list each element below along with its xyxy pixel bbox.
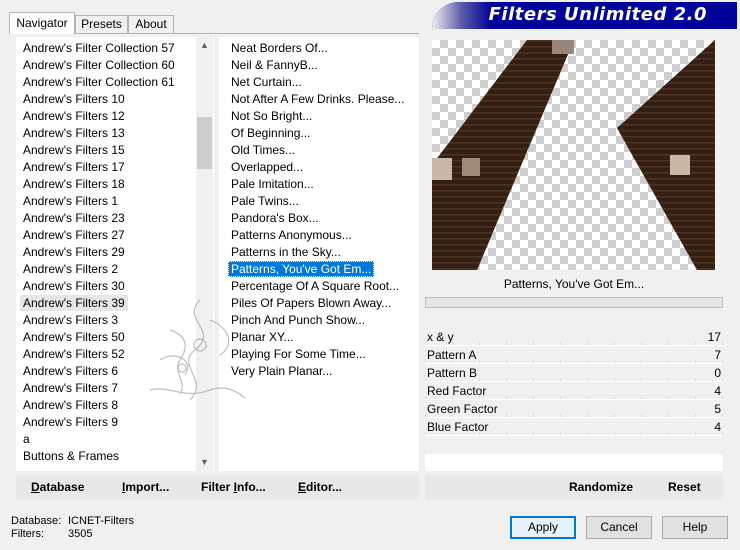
- parameter-name: Red Factor: [427, 384, 487, 398]
- filter-item[interactable]: Planar XY...: [228, 329, 296, 345]
- category-item[interactable]: Andrew's Filters 30: [20, 278, 128, 294]
- import-button[interactable]: Import...: [122, 479, 169, 496]
- category-item[interactable]: Andrew's Filters 27: [20, 227, 128, 243]
- filter-item[interactable]: Pale Imitation...: [228, 176, 317, 192]
- navigator-toolbar: Database Import... Filter Info... Editor…: [16, 475, 419, 500]
- filter-item[interactable]: Of Beginning...: [228, 125, 313, 141]
- apply-button[interactable]: Apply: [510, 516, 576, 539]
- category-item[interactable]: Andrew's Filters 52: [20, 346, 128, 362]
- parameter-slider[interactable]: Pattern A 7: [425, 346, 723, 364]
- parameter-name: Blue Factor: [427, 420, 489, 434]
- filter-item[interactable]: Net Curtain...: [228, 74, 305, 90]
- filter-item[interactable]: Percentage Of A Square Root...: [228, 278, 402, 294]
- parameter-name: Pattern A: [427, 348, 477, 362]
- scroll-up-arrow-icon[interactable]: ▲: [196, 37, 213, 54]
- filter-item[interactable]: Patterns in the Sky...: [228, 244, 344, 260]
- parameter-value: 0: [714, 366, 721, 380]
- editor-button[interactable]: Editor...: [298, 479, 342, 496]
- filters-count-label: Filters:: [11, 528, 44, 540]
- cancel-button[interactable]: Cancel: [586, 516, 652, 539]
- filter-item[interactable]: Pandora's Box...: [228, 210, 322, 226]
- category-item[interactable]: Andrew's Filters 3: [20, 312, 121, 328]
- category-item[interactable]: Andrew's Filters 6: [20, 363, 121, 379]
- category-item[interactable]: Andrew's Filters 2: [20, 261, 121, 277]
- parameter-slider[interactable]: Green Factor 5: [425, 400, 723, 418]
- parameter-slider[interactable]: Pattern B 0: [425, 364, 723, 382]
- filter-info-button[interactable]: Filter Info...: [201, 479, 266, 496]
- progress-bar: [425, 297, 723, 308]
- category-item[interactable]: Andrew's Filters 23: [20, 210, 128, 226]
- tab-navigator[interactable]: Navigator: [9, 12, 75, 34]
- filters-count-value: 3505: [68, 528, 93, 540]
- reset-button[interactable]: Reset: [668, 479, 701, 496]
- category-item[interactable]: a: [20, 431, 33, 447]
- preview-image: [432, 40, 715, 270]
- category-item[interactable]: Andrew's Filter Collection 60: [20, 57, 178, 73]
- parameter-name: Pattern B: [427, 366, 478, 380]
- parameter-slider[interactable]: x & y 17: [425, 328, 723, 346]
- app-banner: Filters Unlimited 2.0: [432, 2, 737, 29]
- filter-item[interactable]: Overlapped...: [228, 159, 306, 175]
- parameter-value: 4: [714, 384, 721, 398]
- app-title: Filters Unlimited 2.0: [488, 4, 707, 25]
- category-item[interactable]: Andrew's Filters 10: [20, 91, 128, 107]
- database-value: ICNET-Filters: [68, 515, 134, 527]
- category-item[interactable]: Andrew's Filters 13: [20, 125, 128, 141]
- category-item[interactable]: Andrew's Filters 8: [20, 397, 121, 413]
- category-item[interactable]: Andrew's Filters 50: [20, 329, 128, 345]
- category-item[interactable]: Andrew's Filters 18: [20, 176, 128, 192]
- filter-item[interactable]: Playing For Some Time...: [228, 346, 369, 362]
- filter-item[interactable]: Pinch And Punch Show...: [228, 312, 368, 328]
- parameter-name: Green Factor: [427, 402, 498, 416]
- category-list[interactable]: Andrew's Filter Collection 57 Andrew's Fi…: [16, 37, 214, 471]
- category-item[interactable]: Andrew's Filters 1: [20, 193, 121, 209]
- parameter-name: x & y: [427, 330, 454, 344]
- category-item[interactable]: Buttons & Frames: [20, 448, 122, 464]
- category-item[interactable]: Andrew's Filter Collection 61: [20, 74, 178, 90]
- database-label: Database:: [11, 515, 62, 527]
- filter-item[interactable]: Piles Of Papers Blown Away...: [228, 295, 394, 311]
- parameter-list: x & y 17 Pattern A 7 Pattern B 0 Red Factor 4 Gr…: [425, 328, 723, 436]
- parameter-value: 5: [714, 402, 721, 416]
- parameter-value: 7: [714, 348, 721, 362]
- filter-item[interactable]: Pale Twins...: [228, 193, 302, 209]
- parameter-value: 4: [714, 420, 721, 434]
- scroll-down-arrow-icon[interactable]: ▼: [196, 454, 213, 471]
- parameter-value: 17: [707, 330, 721, 344]
- randomize-button[interactable]: Randomize: [569, 479, 633, 496]
- slider-ticks: [425, 342, 723, 345]
- category-item[interactable]: Andrew's Filters 15: [20, 142, 128, 158]
- filter-item[interactable]: Not After A Few Drinks. Please...: [228, 91, 407, 107]
- category-item[interactable]: Andrew's Filters 9: [20, 414, 121, 430]
- filter-item[interactable]: Patterns Anonymous...: [228, 227, 355, 243]
- status-panel: Database: ICNET-Filters Filters: 3505: [11, 515, 134, 541]
- database-button[interactable]: Database: [31, 479, 84, 496]
- category-item[interactable]: Andrew's Filters 7: [20, 380, 121, 396]
- selected-filter-name: Patterns, You've Got Em...: [503, 277, 645, 291]
- category-item[interactable]: Andrew's Filters 12: [20, 108, 128, 124]
- category-item[interactable]: Andrew's Filters 39: [20, 295, 128, 311]
- filter-item[interactable]: Very Plain Planar...: [228, 363, 335, 379]
- parameter-slider[interactable]: Blue Factor 4: [425, 418, 723, 436]
- parameter-toolbar: Randomize Reset: [425, 475, 723, 500]
- help-button[interactable]: Help: [662, 516, 728, 539]
- filter-item[interactable]: Patterns, You've Got Em...: [228, 261, 375, 277]
- filter-item[interactable]: Neat Borders Of...: [228, 40, 331, 56]
- tab-about[interactable]: About: [128, 15, 174, 34]
- filter-item[interactable]: Neil & FannyB...: [228, 57, 321, 73]
- category-item[interactable]: Andrew's Filters 29: [20, 244, 128, 260]
- parameter-empty-area: [425, 454, 723, 471]
- tab-presets[interactable]: Presets: [75, 15, 128, 34]
- scrollbar-thumb[interactable]: [197, 117, 212, 169]
- filter-item[interactable]: Old Times...: [228, 142, 298, 158]
- filter-item[interactable]: Not So Bright...: [228, 108, 315, 124]
- category-scrollbar[interactable]: ▲ ▼: [196, 37, 213, 471]
- category-item[interactable]: Andrew's Filter Collection 57: [20, 40, 178, 56]
- parameter-slider[interactable]: Red Factor 4: [425, 382, 723, 400]
- filter-list[interactable]: Neat Borders Of... Neil & FannyB... Net Cu…: [219, 37, 419, 471]
- category-item[interactable]: Andrew's Filters 17: [20, 159, 128, 175]
